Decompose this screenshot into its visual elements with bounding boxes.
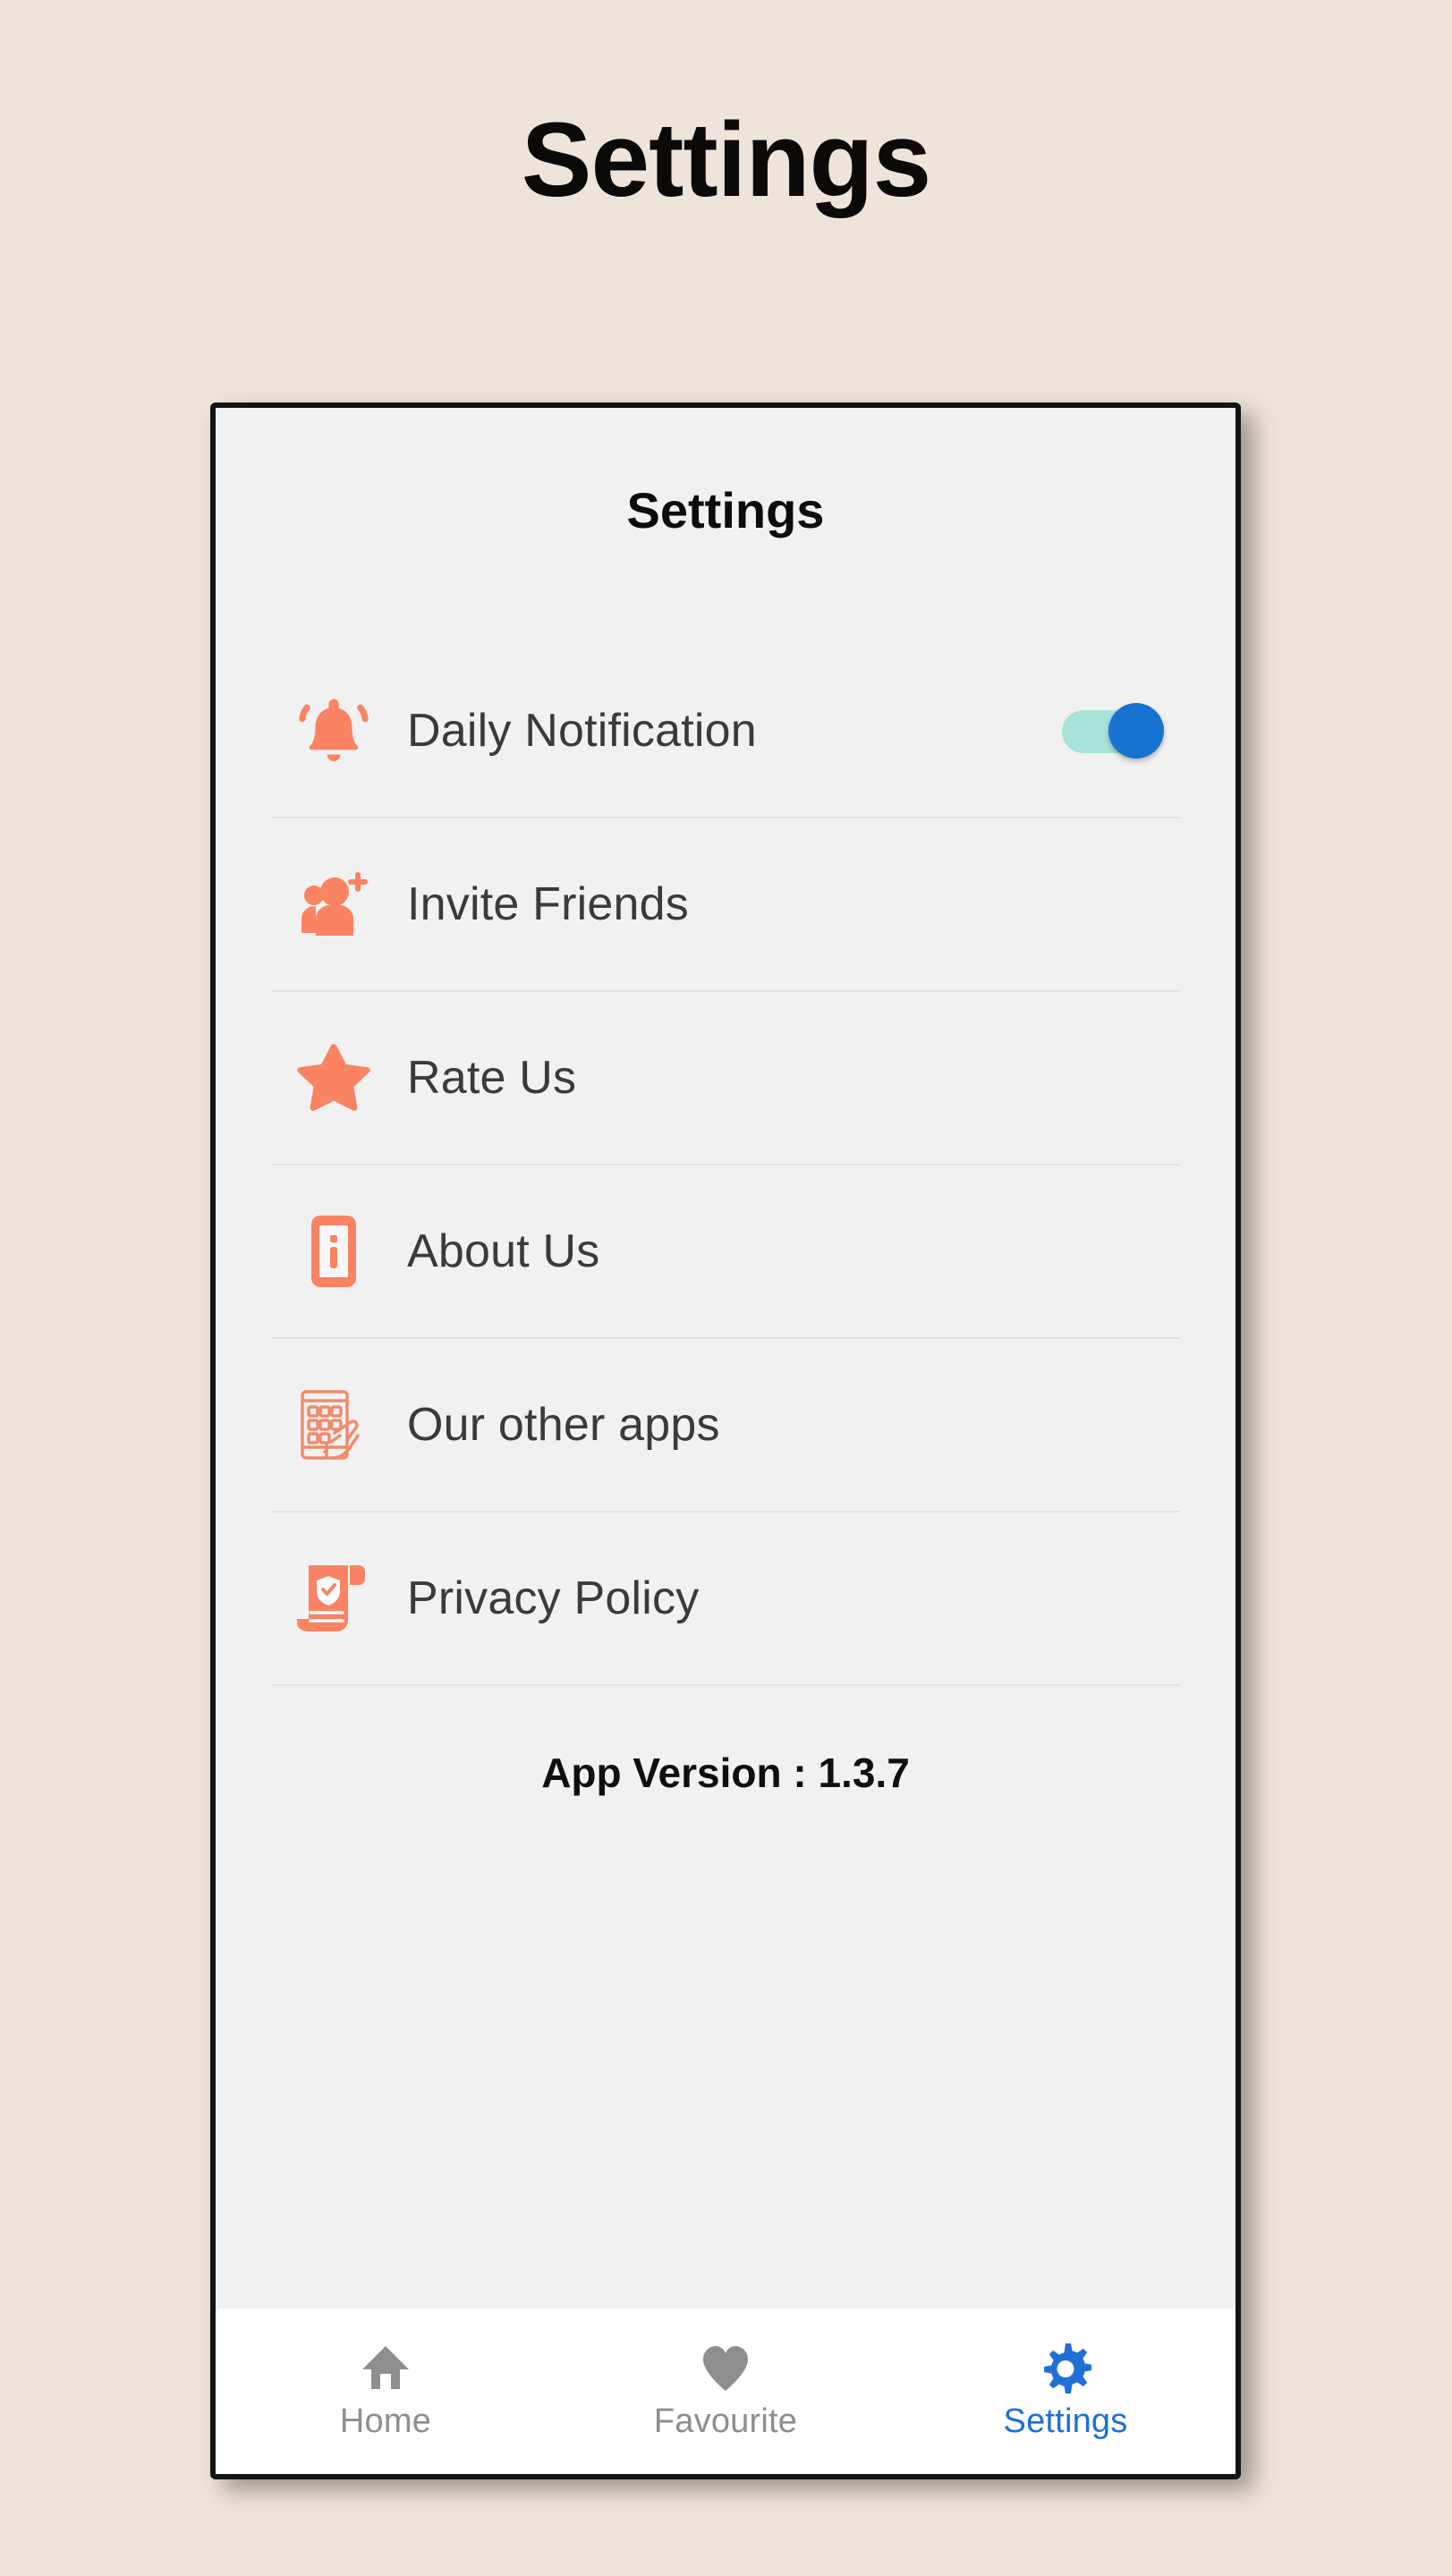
settings-row-label: Our other apps: [407, 1399, 720, 1451]
nav-item-label: Favourite: [653, 2402, 798, 2440]
nav-item-settings[interactable]: Settings: [896, 2343, 1235, 2441]
settings-row-label: Daily Notification: [407, 705, 757, 757]
settings-row-about-us[interactable]: About Us: [271, 1165, 1180, 1339]
screen-filler: [216, 1797, 1235, 2309]
app-version-label: App Version : 1.3.7: [541, 1750, 910, 1796]
settings-row-label: Invite Friends: [407, 878, 689, 930]
toggle-thumb: [1108, 703, 1164, 758]
gear-icon: [1040, 2343, 1091, 2394]
bottom-navigation-bar: Home Favourite Settings: [216, 2309, 1235, 2474]
nav-item-home[interactable]: Home: [216, 2343, 556, 2441]
privacy-scroll-icon: [291, 1555, 377, 1641]
star-icon: [291, 1035, 377, 1121]
settings-row-rate-us[interactable]: Rate Us: [271, 992, 1180, 1165]
settings-row-daily-notification[interactable]: Daily Notification: [271, 645, 1180, 818]
home-icon: [361, 2343, 411, 2394]
settings-row-invite-friends[interactable]: Invite Friends: [271, 818, 1180, 992]
heart-icon: [701, 2343, 751, 2394]
phone-screen: Settings Daily Notification Invite Frien…: [216, 408, 1235, 2309]
nav-item-favourite[interactable]: Favourite: [556, 2343, 896, 2441]
bell-icon: [291, 688, 377, 774]
about-info-icon: [291, 1208, 377, 1294]
settings-row-label: Privacy Policy: [407, 1572, 700, 1624]
settings-row-label: Rate Us: [407, 1052, 577, 1104]
invite-friends-icon: [291, 861, 377, 947]
phone-mockup: Settings Daily Notification Invite Frien…: [210, 402, 1241, 2479]
settings-row-our-other-apps[interactable]: Our other apps: [271, 1339, 1180, 1513]
settings-row-privacy-policy[interactable]: Privacy Policy: [271, 1513, 1180, 1686]
hand-holding-phone-icon: [291, 1382, 377, 1468]
screen-title: Settings: [626, 482, 825, 538]
settings-list: Daily Notification Invite Friends Rate U…: [216, 645, 1235, 1797]
nav-item-label: Home: [339, 2402, 432, 2440]
settings-row-label: About Us: [407, 1225, 600, 1277]
daily-notification-toggle[interactable]: [1062, 703, 1164, 758]
page-title: Settings: [521, 101, 932, 219]
nav-item-label: Settings: [1003, 2402, 1128, 2440]
